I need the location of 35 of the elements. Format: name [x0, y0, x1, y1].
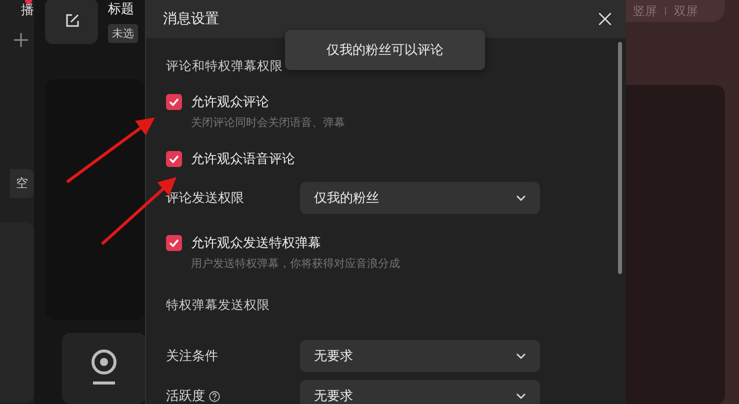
add-icon[interactable] — [14, 33, 28, 47]
checkbox-label[interactable]: 允许观众语音评论 — [191, 150, 295, 168]
close-icon[interactable] — [599, 13, 611, 25]
check-icon — [169, 155, 179, 163]
section-heading: 特权弹幕发送权限 — [166, 297, 271, 314]
hint-text: 用户发送特权弹幕，你将获得对应音浪分成 — [191, 256, 401, 271]
scrollbar[interactable] — [618, 42, 622, 274]
category-tag[interactable]: 未选 — [108, 24, 138, 43]
chevron-down-icon — [516, 353, 526, 359]
checkbox-label[interactable]: 允许观众评论 — [191, 93, 269, 111]
dialog-title: 消息设置 — [163, 10, 219, 28]
stream-title[interactable]: 标题 — [108, 0, 134, 18]
checkbox[interactable] — [166, 151, 182, 167]
section-heading: 评论和特权弹幕权限 — [166, 58, 284, 75]
chevron-down-icon — [516, 393, 526, 399]
edit-button[interactable] — [45, 0, 98, 44]
live-label[interactable]: 播 — [21, 0, 34, 19]
edit-icon — [64, 14, 78, 28]
check-icon — [169, 239, 179, 247]
checkbox[interactable] — [166, 235, 182, 251]
field-label: 关注条件 — [166, 348, 218, 365]
checkbox[interactable] — [166, 94, 182, 110]
field-label: 活跃度 — [166, 388, 205, 404]
chevron-down-icon — [516, 195, 526, 201]
camera-card[interactable] — [62, 332, 146, 404]
webcam-icon — [89, 348, 119, 384]
dropdown[interactable]: 仅我的粉丝 — [300, 182, 540, 214]
checkbox-label[interactable]: 允许观众发送特权弹幕 — [191, 234, 321, 252]
clear-button[interactable]: 空 — [10, 169, 34, 198]
hint-text: 关闭评论同时会关闭语音、弹幕 — [191, 115, 346, 130]
toast-message: 仅我的粉丝可以评论 — [285, 30, 485, 70]
check-icon — [169, 98, 179, 106]
dropdown[interactable]: 无要求 — [300, 380, 540, 404]
dropdown[interactable]: 无要求 — [300, 340, 540, 372]
help-icon[interactable] — [209, 390, 220, 402]
